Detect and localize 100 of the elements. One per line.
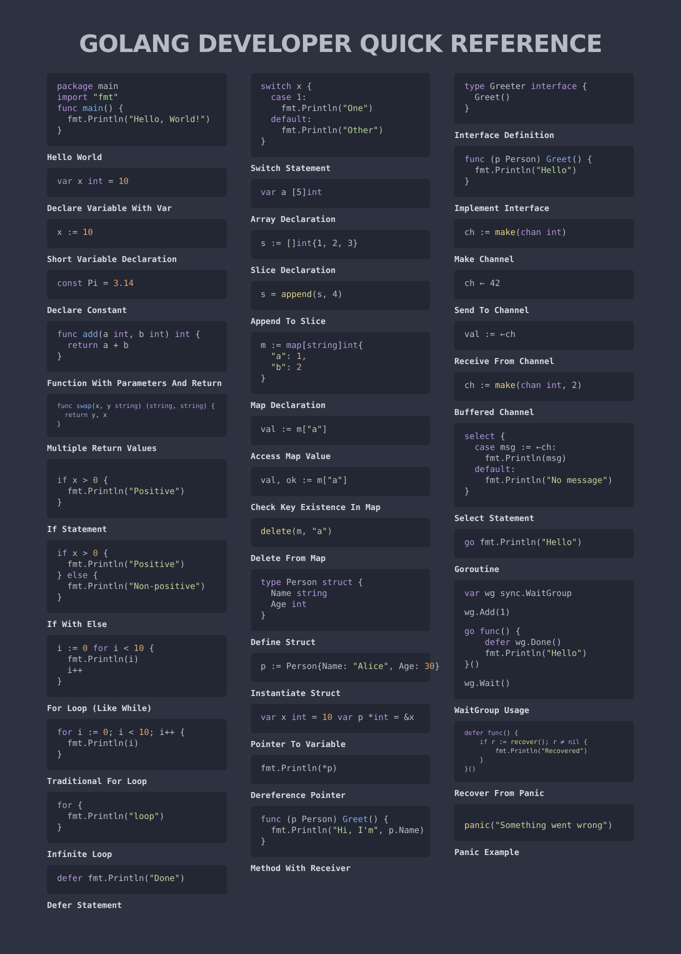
page-title: GOLANG DEVELOPER QUICK REFERENCE	[78, 29, 602, 60]
code-line: }	[57, 498, 62, 509]
snippet-label: If Statement	[47, 523, 107, 535]
code-line: fmt.Println(*p)	[260, 764, 338, 775]
code-line: fmt.Println("Non-positive")	[66, 582, 206, 593]
snippet-label: Map Declaration	[250, 399, 326, 411]
code-line: fmt.Println("Positive")	[66, 487, 185, 498]
snippet-label: If With Else	[47, 618, 107, 630]
snippet-label: For Loop (Like While)	[47, 702, 152, 714]
snippet-label: Check Key Existence In Map	[250, 501, 381, 513]
code-line: fmt.Println(msg)	[484, 454, 567, 465]
code-line: }	[260, 611, 266, 622]
code-line: for i := 0; i < 10; i++ {	[57, 728, 185, 739]
code-line: fmt.Println("Hello, World!")	[66, 115, 211, 126]
snippet-label: Method With Receiver	[250, 862, 351, 874]
snippet-label: Dereference Pointer	[250, 789, 346, 801]
code-line: func (p Person) Greet() {	[464, 155, 592, 166]
code-line: p := Person{Name: "Alice", Age: 30}	[260, 662, 440, 673]
snippet-label: Select Statement	[454, 512, 534, 524]
snippet-label: Make Channel	[454, 253, 514, 265]
code-line: const Pi = 3.14	[57, 279, 134, 290]
code-line: i := 0 for i < 10 {	[57, 644, 154, 655]
snippet-label: Pointer To Variable	[250, 738, 346, 750]
snippet-label: Delete From Map	[250, 552, 326, 564]
code-line: Name string	[270, 589, 328, 600]
snippet-label: Recover From Panic	[454, 787, 544, 799]
snippet-label: Define Struct	[250, 636, 316, 648]
code-line: for {	[57, 801, 83, 812]
code-line: ch := make(chan int, 2)	[464, 381, 582, 392]
code-line: wg.Wait()	[464, 679, 510, 690]
code-line: go func() {	[464, 627, 521, 638]
code-line: val := ←ch	[464, 330, 516, 341]
code-line: m := map[string]int{	[260, 341, 364, 352]
code-line: fmt.Println("Other")	[280, 126, 384, 137]
code-line: panic("Something went wrong")	[464, 821, 613, 832]
snippet-label: Declare Variable With Var	[47, 202, 172, 214]
code-line: "a": 1,	[270, 352, 307, 363]
snippet-label: Instantiate Struct	[250, 687, 341, 699]
snippet-label: WaitGroup Usage	[454, 704, 530, 716]
snippet-label: Array Declaration	[250, 213, 336, 225]
code-line: }	[57, 593, 62, 604]
code-line: }	[464, 177, 470, 188]
code-line: fmt.Println("Hello")	[474, 166, 577, 177]
code-line: import "fmt"	[57, 93, 118, 104]
snippet-label: Access Map Value	[250, 450, 331, 462]
snippet-label: Implement Interface	[454, 202, 550, 214]
code-line: i++	[66, 666, 83, 677]
snippet-label: Buffered Channel	[454, 406, 534, 418]
code-line: s = append(s, 4)	[260, 290, 343, 301]
code-line: case msg := ←ch:	[474, 443, 556, 454]
code-line: fmt.Println("Hi, I'm", p.Name)	[270, 826, 424, 837]
snippet-label: Goroutine	[454, 563, 500, 575]
code-line: default:	[474, 465, 516, 476]
code-line: fmt.Println("One")	[280, 104, 374, 115]
code-line: }	[57, 750, 62, 761]
snippet-label: Switch Statement	[250, 162, 331, 174]
code-line: fmt.Println(i)	[66, 739, 139, 750]
code-line: "b": 2	[270, 363, 302, 374]
code-line: }	[57, 352, 62, 363]
snippet-label: Append To Slice	[250, 315, 326, 327]
code-line: fmt.Println("Hello")	[484, 649, 588, 660]
code-line: var wg sync.WaitGroup	[464, 589, 572, 600]
code-line: if x > 0 {	[57, 549, 108, 560]
code-line: var x int = 10 var p *int = &x	[260, 713, 414, 724]
code-line: default:	[270, 115, 312, 126]
code-line: }	[464, 487, 470, 498]
code-line: val := m["a"]	[260, 425, 328, 436]
code-line: Age int	[270, 600, 307, 611]
snippet-label: Multiple Return Values	[47, 442, 157, 454]
code-line: }	[57, 126, 62, 137]
code-line: go fmt.Println("Hello")	[464, 538, 582, 549]
code-line: wg.Add(1)	[464, 608, 510, 619]
code-line: defer wg.Done()	[484, 638, 562, 649]
code-line: s := []int{1, 2, 3}	[260, 239, 358, 250]
code-line: func (p Person) Greet() {	[260, 815, 389, 826]
code-line: }	[57, 823, 62, 834]
code-line: ch ← 42	[464, 279, 500, 290]
code-line: if x > 0 {	[57, 476, 108, 487]
code-line: fmt.Println("loop")	[66, 812, 164, 823]
snippet-label: Panic Example	[454, 846, 520, 858]
code-line: }	[260, 374, 266, 385]
code-line: func add(a int, b int) int {	[57, 330, 200, 341]
code-line: var x int = 10	[57, 177, 129, 188]
code-line: }	[260, 837, 266, 848]
snippet-label: Interface Definition	[454, 129, 554, 141]
snippet-label: Send To Channel	[454, 304, 530, 316]
code-line: select {	[464, 432, 506, 443]
code-line: fmt.Println("Positive")	[66, 560, 185, 571]
snippet-label: Defer Statement	[47, 899, 122, 911]
code-line: fmt.Println("No message")	[484, 476, 613, 487]
snippet-label: Short Variable Declaration	[47, 253, 177, 265]
code-line: func main() {	[57, 104, 124, 115]
code-line: x := 10	[57, 228, 93, 239]
code-line: delete(m, "a")	[260, 527, 332, 538]
code-line: switch x {	[260, 82, 312, 93]
snippet-label: Slice Declaration	[250, 264, 336, 276]
code-line: ch := make(chan int)	[464, 228, 567, 239]
code-line: package main	[57, 82, 118, 93]
code-line: case 1:	[270, 93, 307, 104]
code-line: type Person struct {	[260, 578, 364, 589]
